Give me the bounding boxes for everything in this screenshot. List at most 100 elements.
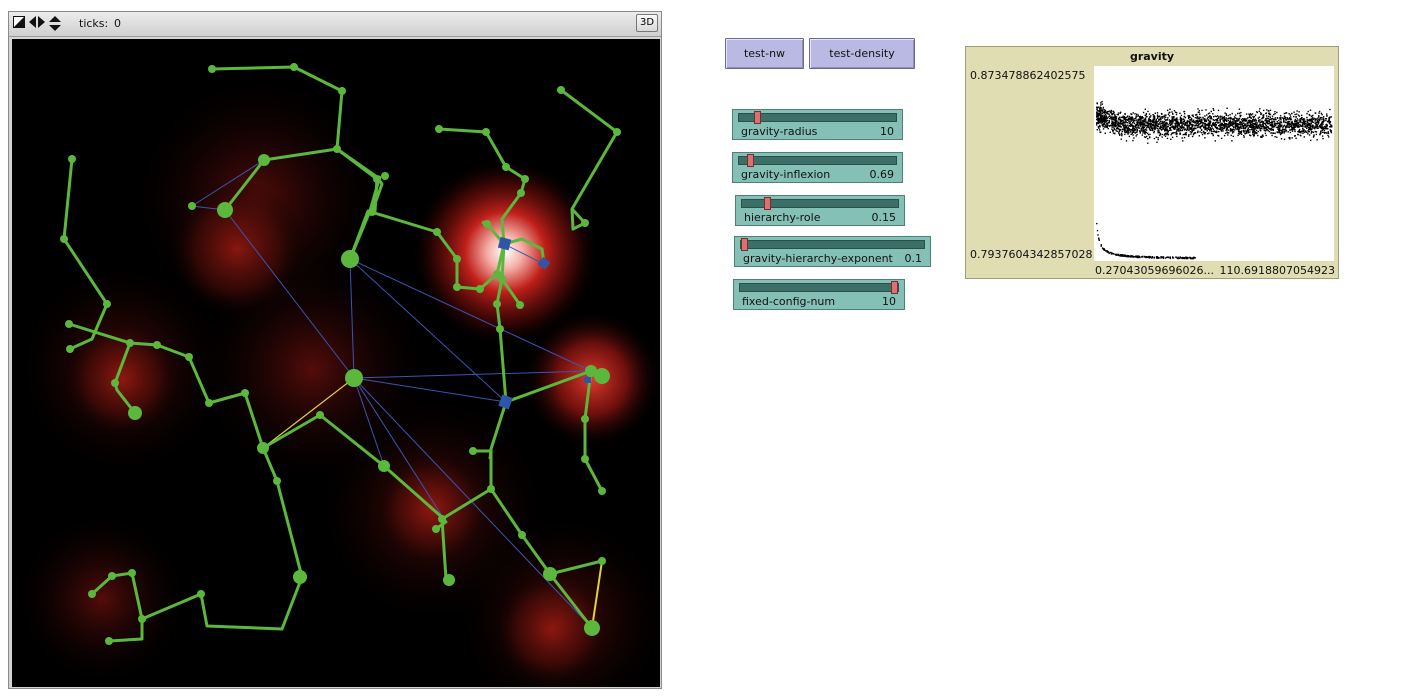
node <box>108 572 116 580</box>
plot-point <box>1271 118 1273 120</box>
plot-point <box>1149 129 1152 131</box>
plot-point <box>1203 126 1205 128</box>
plot-point <box>1219 120 1221 122</box>
plot-point <box>1097 234 1099 236</box>
plot-point <box>1250 134 1252 137</box>
plot-point <box>1211 125 1213 127</box>
slider-track[interactable] <box>738 154 897 167</box>
plot-point <box>1298 119 1300 121</box>
slider-handle[interactable] <box>741 238 748 251</box>
plot-point <box>1170 129 1172 131</box>
plot-point <box>1198 135 1200 137</box>
slider-handle[interactable] <box>754 111 761 124</box>
node <box>208 65 216 73</box>
plot-point <box>1135 117 1137 119</box>
plot-point <box>1238 133 1241 135</box>
plot-point <box>1101 120 1103 122</box>
gravity-plot[interactable]: gravity 0.873478862402575 0.793760434285… <box>965 46 1339 279</box>
plot-point <box>1133 126 1135 128</box>
slider-track[interactable] <box>740 238 925 251</box>
slider-handle[interactable] <box>746 154 754 167</box>
plot-point <box>1321 121 1323 124</box>
slider-gravity-hierarchy-exponent[interactable]: gravity-hierarchy-exponent 0.1 <box>734 236 931 267</box>
plot-point <box>1296 118 1298 120</box>
plot-point <box>1254 132 1256 134</box>
plot-point <box>1132 134 1134 136</box>
plot-point <box>1247 120 1250 122</box>
plot-point <box>1162 124 1164 126</box>
slider-track[interactable] <box>741 197 899 210</box>
plot-point <box>1167 109 1169 112</box>
slider-handle[interactable] <box>891 281 898 294</box>
test-nw-button[interactable]: test-nw <box>725 38 804 69</box>
node <box>453 283 461 291</box>
plot-point <box>1300 135 1302 137</box>
slider-track[interactable] <box>739 281 899 294</box>
plot-point <box>1272 127 1274 129</box>
plot-point <box>1235 124 1237 126</box>
plot-point <box>1261 117 1264 119</box>
plot-point <box>1320 130 1322 132</box>
plot-point <box>1172 112 1174 115</box>
plot-point <box>1126 129 1129 131</box>
plot-point <box>1161 256 1163 258</box>
node <box>60 235 68 243</box>
plot-point <box>1284 128 1286 131</box>
resize-horizontal-icon[interactable] <box>29 16 45 32</box>
plot-point <box>1274 126 1276 128</box>
node <box>482 128 490 136</box>
slider-gravity-radius[interactable]: gravity-radius 10 <box>732 109 903 140</box>
plot-point <box>1182 129 1184 131</box>
node <box>594 368 610 384</box>
plot-point <box>1108 120 1110 122</box>
world-canvas[interactable] <box>12 39 660 687</box>
plot-point <box>1255 126 1257 129</box>
plot-point <box>1161 115 1164 118</box>
plot-point <box>1100 114 1102 116</box>
plot-point <box>1105 118 1107 120</box>
plot-point <box>1289 114 1291 116</box>
plot-point <box>1247 127 1249 129</box>
plot-point <box>1115 119 1118 121</box>
plot-point <box>1117 112 1120 114</box>
slider-fixed-config-num[interactable]: fixed-config-num 10 <box>733 279 905 310</box>
plot-point <box>1186 129 1188 131</box>
slider-track[interactable] <box>738 111 897 124</box>
edit-toggle-icon[interactable] <box>13 16 25 32</box>
plot-point <box>1154 125 1156 128</box>
plot-point <box>1294 113 1296 116</box>
plot-point <box>1164 133 1166 135</box>
plot-point <box>1304 120 1307 122</box>
plot-point <box>1312 131 1314 133</box>
plot-point <box>1255 111 1258 113</box>
plot-point <box>1243 122 1245 124</box>
plot-point <box>1246 121 1249 124</box>
plot-point <box>1135 135 1137 137</box>
plot-point <box>1148 256 1150 259</box>
plot-point <box>1228 125 1231 128</box>
plot-point <box>1268 113 1271 116</box>
plot-point <box>1153 115 1155 117</box>
plot-point <box>1214 115 1216 117</box>
plot-point <box>1221 128 1224 131</box>
plot-point <box>1321 126 1323 128</box>
slider-hierarchy-role[interactable]: hierarchy-role 0.15 <box>735 195 905 226</box>
plot-point <box>1298 111 1300 113</box>
3d-view-button[interactable]: 3D <box>636 14 658 32</box>
plot-point <box>1326 115 1328 117</box>
node <box>105 637 113 645</box>
slider-label: hierarchy-role <box>744 211 821 224</box>
plot-point <box>1196 124 1198 127</box>
resize-vertical-icon[interactable] <box>49 16 61 35</box>
slider-gravity-inflexion[interactable]: gravity-inflexion 0.69 <box>732 152 903 183</box>
test-density-button[interactable]: test-density <box>809 38 915 69</box>
plot-point <box>1132 120 1134 122</box>
plot-point <box>1128 121 1130 123</box>
plot-point <box>1128 135 1131 138</box>
plot-point <box>1175 256 1177 259</box>
plot-point <box>1248 115 1251 117</box>
plot-point <box>1307 124 1309 126</box>
slider-handle[interactable] <box>764 197 772 210</box>
plot-point <box>1184 113 1186 115</box>
plot-point <box>1255 131 1258 134</box>
